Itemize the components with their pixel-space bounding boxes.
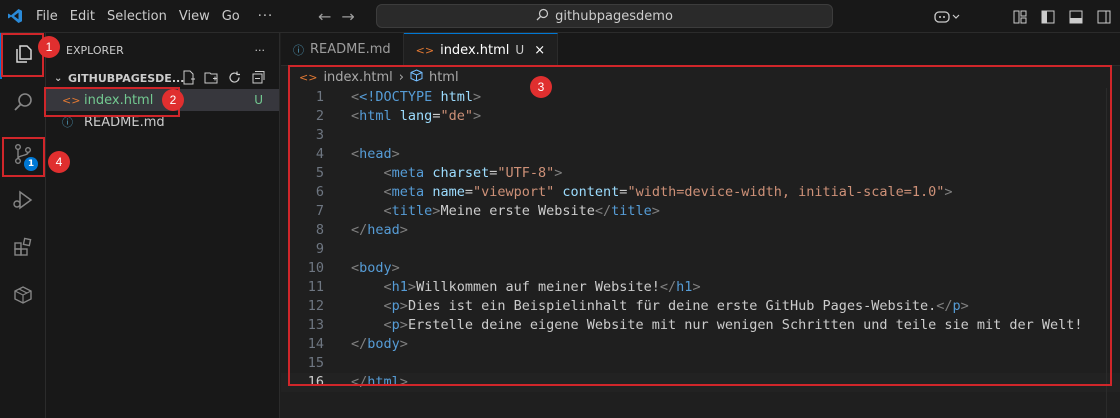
callout-number: 2 — [162, 89, 184, 111]
extensions-icon — [12, 236, 34, 262]
callout-box-explorer — [1, 33, 44, 77]
tab-label: README.md — [310, 42, 391, 57]
command-center-search[interactable]: githubpagesdemo — [376, 4, 833, 28]
navigation-arrows: ← → — [318, 0, 355, 33]
run-debug-icon — [12, 189, 34, 215]
menu-view[interactable]: View — [173, 0, 216, 33]
run-debug-activity[interactable] — [0, 179, 46, 225]
callout-number: 3 — [530, 76, 552, 98]
callout-box-source-control — [2, 137, 45, 177]
folder-label: GITHUBPAGESDE... — [68, 71, 185, 85]
html-file-icon: <> — [415, 43, 435, 57]
vscode-logo-icon — [0, 0, 30, 33]
forward-arrow-icon[interactable]: → — [341, 7, 354, 26]
search-icon — [12, 91, 34, 117]
toggle-primary-sidebar-icon[interactable] — [1040, 9, 1056, 25]
callout-box-index-file — [44, 87, 180, 117]
containers-activity[interactable] — [0, 274, 46, 320]
toggle-secondary-sidebar-icon[interactable] — [1096, 9, 1112, 25]
new-folder-icon[interactable] — [204, 70, 219, 88]
collapse-all-icon[interactable] — [250, 70, 265, 88]
menu-edit[interactable]: Edit — [64, 0, 101, 33]
chevron-down-icon: ⌄ — [54, 72, 63, 84]
untracked-status: U — [254, 93, 263, 107]
menu-bar: File Edit Selection View Go ··· — [30, 0, 279, 33]
menu-go[interactable]: Go — [216, 0, 246, 33]
callout-number: 4 — [48, 151, 70, 173]
tab-index-html[interactable]: <> index.html U × — [403, 33, 559, 66]
workspace-folder[interactable]: ⌄ GITHUBPAGESDE... — [46, 67, 279, 89]
search-activity[interactable] — [0, 81, 46, 127]
tab-readme[interactable]: ⓘ README.md — [281, 33, 404, 66]
back-arrow-icon[interactable]: ← — [318, 7, 331, 26]
toggle-panel-icon[interactable] — [1068, 9, 1084, 25]
callout-number: 1 — [38, 36, 60, 58]
close-icon[interactable]: × — [534, 43, 545, 58]
menu-more[interactable]: ··· — [246, 0, 279, 33]
folder-actions — [181, 70, 265, 88]
tab-status: U — [515, 43, 525, 57]
new-file-icon[interactable] — [181, 70, 196, 88]
menu-file[interactable]: File — [30, 0, 64, 33]
package-box-icon — [12, 284, 34, 310]
menu-selection[interactable]: Selection — [101, 0, 173, 33]
info-icon: ⓘ — [293, 43, 304, 57]
search-text: githubpagesdemo — [555, 8, 673, 24]
tab-label: index.html — [440, 42, 510, 58]
explorer-more-button[interactable]: ··· — [255, 44, 266, 57]
explorer-title: EXPLORER — [66, 43, 124, 57]
search-icon — [536, 8, 549, 25]
extensions-activity[interactable] — [0, 226, 46, 272]
refresh-icon[interactable] — [227, 70, 242, 88]
editor-tabs: ⓘ README.md <> index.html U × — [281, 33, 1120, 66]
customize-layout-icon[interactable] — [1012, 9, 1028, 25]
copilot-icon[interactable] — [934, 9, 960, 25]
explorer-header: EXPLORER ··· — [46, 33, 279, 67]
titlebar-right-controls — [934, 0, 1112, 33]
title-bar: File Edit Selection View Go ··· ← → gith… — [0, 0, 1120, 33]
callout-box-editor — [288, 65, 1112, 386]
activity-bar: 1 — [0, 33, 46, 418]
